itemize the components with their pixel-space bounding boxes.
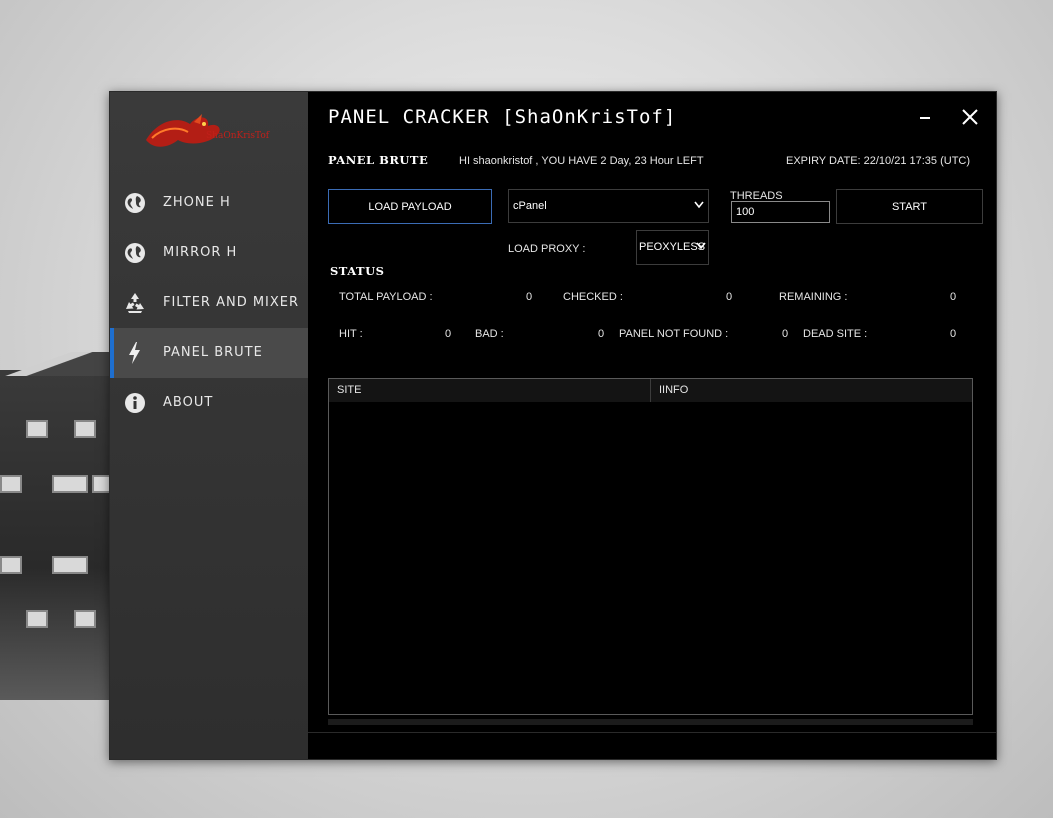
panel-not-found-value: 0 bbox=[782, 328, 789, 340]
horizontal-scrollbar[interactable] bbox=[328, 719, 973, 725]
dead-site-value: 0 bbox=[950, 328, 957, 340]
building-window bbox=[0, 556, 22, 574]
building-window bbox=[26, 420, 48, 438]
status-bar-divider bbox=[308, 732, 996, 733]
sidebar-item-mirror-h[interactable]: MIRROR H bbox=[110, 228, 308, 278]
sidebar-item-label: PANEL BRUTE bbox=[163, 345, 263, 360]
remaining-label: REMAINING : bbox=[779, 291, 848, 303]
minimize-button[interactable] bbox=[910, 102, 940, 132]
sidebar-item-about[interactable]: ABOUT bbox=[110, 378, 308, 428]
building-window bbox=[26, 610, 48, 628]
section-title: PANEL BRUTE bbox=[328, 153, 429, 167]
bad-value: 0 bbox=[598, 328, 605, 340]
globe-icon bbox=[125, 193, 145, 213]
sidebar-item-label: MIRROR H bbox=[163, 245, 238, 260]
building-window bbox=[0, 475, 22, 493]
building-window bbox=[74, 610, 96, 628]
sidebar-item-zhone-h[interactable]: ZHONE H bbox=[110, 178, 308, 228]
column-header-info[interactable]: IINFO bbox=[651, 379, 972, 402]
panel-not-found-label: PANEL NOT FOUND : bbox=[619, 328, 729, 340]
dead-site-label: DEAD SITE : bbox=[803, 328, 868, 340]
load-payload-button[interactable]: LOAD PAYLOAD bbox=[328, 189, 492, 224]
bad-label: BAD : bbox=[475, 328, 504, 340]
app-window: ShaOnKrisTof ZHONE H MIRROR H FILTER AND… bbox=[109, 91, 997, 760]
load-proxy-label: LOAD PROXY : bbox=[508, 243, 586, 255]
greeting-text: HI shaonkristof , YOU HAVE 2 Day, 23 Hou… bbox=[459, 155, 704, 167]
column-header-site[interactable]: SITE bbox=[329, 379, 651, 402]
status-title: STATUS bbox=[330, 264, 385, 278]
sidebar-item-label: ZHONE H bbox=[163, 195, 231, 210]
total-payload-value: 0 bbox=[526, 291, 533, 303]
threads-input[interactable]: 100 bbox=[731, 201, 830, 223]
results-grid[interactable]: SITE IINFO bbox=[328, 378, 973, 715]
hit-label: HIT : bbox=[339, 328, 363, 340]
building-window bbox=[74, 420, 96, 438]
total-payload-label: TOTAL PAYLOAD : bbox=[339, 291, 433, 303]
svg-text:ShaOnKrisTof: ShaOnKrisTof bbox=[206, 131, 270, 141]
sidebar-item-filter-and-mixer[interactable]: FILTER AND MIXER bbox=[110, 278, 308, 328]
window-title: PANEL CRACKER [ShaOnKrisTof] bbox=[328, 106, 677, 128]
close-button[interactable] bbox=[955, 102, 985, 132]
sidebar-item-label: FILTER AND MIXER bbox=[163, 295, 300, 310]
checked-value: 0 bbox=[726, 291, 733, 303]
sidebar-item-panel-brute[interactable]: PANEL BRUTE bbox=[110, 328, 308, 378]
sidebar: ShaOnKrisTof ZHONE H MIRROR H FILTER AND… bbox=[110, 92, 308, 759]
grid-header: SITE IINFO bbox=[329, 379, 972, 402]
chevron-down-icon bbox=[694, 201, 704, 209]
panel-type-value: cPanel bbox=[513, 200, 547, 212]
proxy-select[interactable]: PEOXYLESS bbox=[636, 230, 709, 265]
globe-icon bbox=[125, 243, 145, 263]
main-panel: PANEL CRACKER [ShaOnKrisTof] PANEL BRUTE… bbox=[308, 92, 996, 759]
recycle-icon bbox=[126, 293, 144, 313]
info-icon bbox=[125, 393, 145, 413]
dragon-logo: ShaOnKrisTof bbox=[146, 114, 270, 147]
background-building bbox=[0, 352, 114, 700]
checked-label: CHECKED : bbox=[563, 291, 623, 303]
hit-value: 0 bbox=[445, 328, 452, 340]
building-window bbox=[52, 475, 88, 493]
remaining-value: 0 bbox=[950, 291, 957, 303]
expiry-date: EXPIRY DATE: 22/10/21 17:35 (UTC) bbox=[786, 155, 971, 167]
panel-type-select[interactable]: cPanel bbox=[508, 189, 709, 223]
building-window bbox=[52, 556, 88, 574]
building-roof bbox=[0, 352, 110, 376]
lightning-icon bbox=[129, 342, 140, 364]
minimize-icon bbox=[920, 117, 930, 119]
close-icon bbox=[962, 109, 978, 125]
start-button[interactable]: START bbox=[836, 189, 983, 224]
chevron-down-icon bbox=[696, 242, 706, 250]
sidebar-item-label: ABOUT bbox=[163, 395, 214, 410]
